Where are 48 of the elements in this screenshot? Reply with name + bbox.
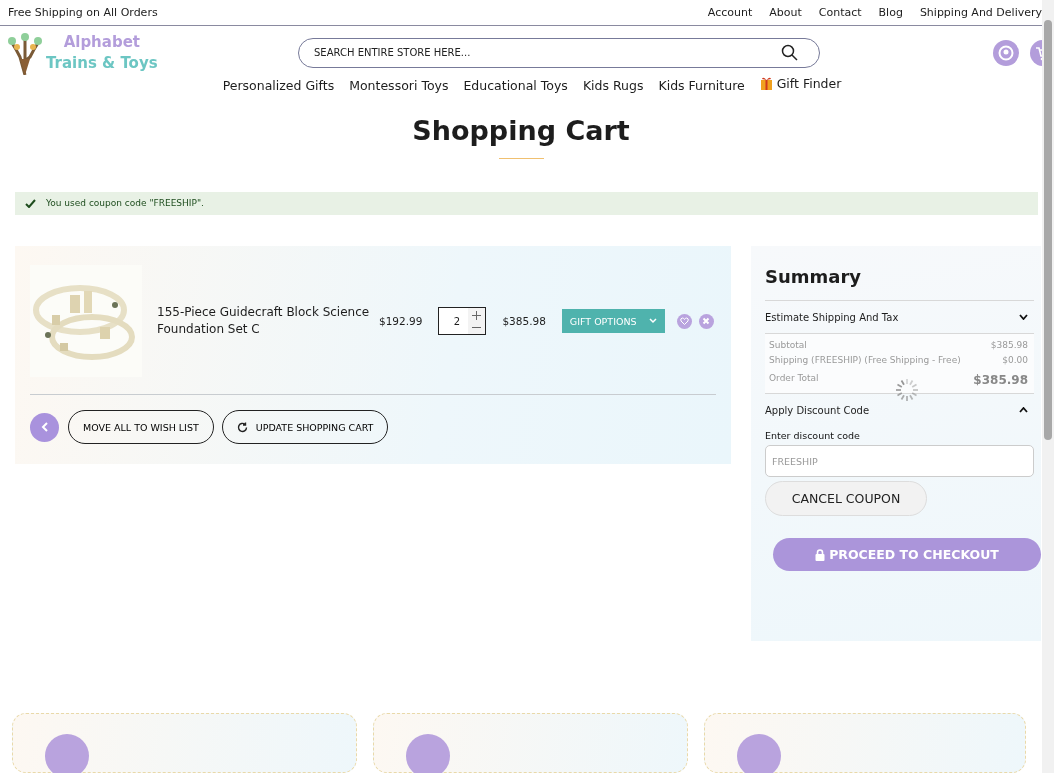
total-label: Subtotal: [769, 340, 807, 350]
promo-text: Free Shipping on All Orders: [8, 5, 158, 19]
discount-accordion[interactable]: Apply Discount Code: [765, 393, 1034, 426]
total-value: $385.98: [990, 340, 1028, 350]
total-value: $385.98: [973, 373, 1028, 387]
search-icon[interactable]: [781, 43, 798, 61]
product-price: $192.99: [379, 315, 423, 327]
scrollbar[interactable]: [1042, 0, 1054, 773]
chevron-down-icon: [648, 318, 657, 324]
top-link[interactable]: Account: [707, 5, 753, 19]
feature-icon: [45, 734, 89, 773]
scrollbar-thumb[interactable]: [1044, 20, 1052, 440]
search-field[interactable]: SEARCH ENTIRE STORE HERE...: [298, 37, 820, 68]
field-label: Enter discount code: [765, 430, 861, 441]
nav-link[interactable]: Educational Toys: [463, 78, 568, 94]
message-text: You used coupon code "FREESHIP".: [46, 198, 204, 209]
remove-icon[interactable]: [698, 313, 714, 329]
nav-link[interactable]: Montessori Toys: [349, 78, 449, 94]
line-subtotal: $385.98: [502, 315, 546, 327]
nav-link[interactable]: Gift Finder: [776, 75, 842, 91]
total-label: Shipping (FREESHIP) (Free Shipping - Free): [769, 355, 961, 365]
lock-icon: [815, 548, 826, 561]
nav-link[interactable]: Kids Furniture: [658, 78, 745, 94]
page-title: Shopping Cart: [411, 115, 631, 147]
check-icon: [25, 198, 36, 208]
nav-link[interactable]: Personalized Gifts: [222, 78, 335, 94]
total-value: $0.00: [1002, 355, 1028, 365]
refresh-icon: [236, 421, 248, 433]
chevron-left-icon: [40, 422, 49, 432]
tree-icon: [8, 30, 42, 75]
plus-icon[interactable]: [472, 310, 482, 320]
nav-link[interactable]: Kids Rugs: [582, 78, 644, 94]
total-label: Order Total: [769, 373, 819, 385]
top-link[interactable]: Shipping And Delivery: [919, 5, 1042, 19]
gift-icon: [759, 76, 773, 91]
top-link[interactable]: About: [769, 5, 802, 19]
top-link[interactable]: Contact: [818, 5, 862, 19]
back-button[interactable]: [30, 412, 59, 442]
account-icon[interactable]: [993, 39, 1019, 66]
cancel-coupon-button[interactable]: CANCEL COUPON: [765, 481, 927, 516]
chevron-icon: [1019, 407, 1028, 413]
top-link[interactable]: Blog: [878, 5, 903, 19]
product-name[interactable]: 155-Piece Guidecraft Block Science Foundation Set C: [157, 304, 379, 338]
quantity-field[interactable]: 2: [438, 307, 487, 335]
feature-icon: [406, 734, 450, 773]
summary-title: Summary: [765, 266, 863, 287]
chevron-icon: [1019, 314, 1028, 320]
feature-icon: [737, 734, 781, 773]
